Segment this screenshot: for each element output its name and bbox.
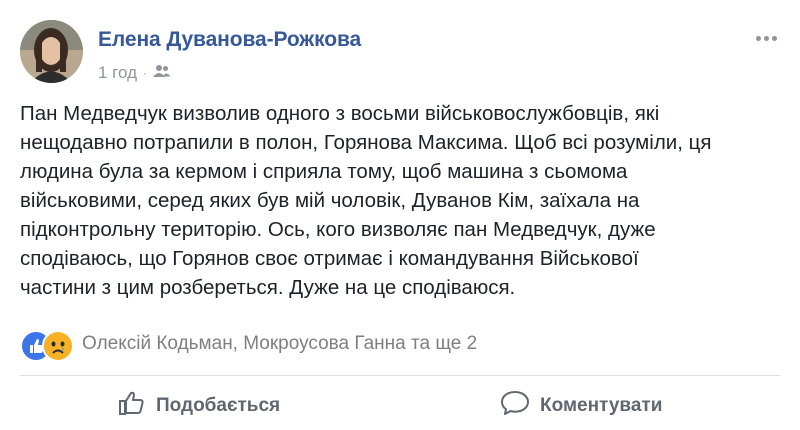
meta-separator: · xyxy=(143,66,148,80)
comment-button-label: Коментувати xyxy=(540,395,663,416)
sad-reaction-icon xyxy=(42,330,74,362)
friends-icon[interactable] xyxy=(153,63,171,83)
post-timestamp[interactable]: 1 год xyxy=(98,63,137,83)
author-name[interactable]: Елена Дуванова-Рожкова xyxy=(98,28,361,52)
divider xyxy=(20,375,780,376)
post-body-line: підконтрольну територію. Ось, кого визво… xyxy=(20,218,656,241)
thumbs-up-icon xyxy=(118,390,146,422)
facebook-post: Елена Дуванова-Рожкова 1 год · Пан Медве… xyxy=(0,0,800,430)
post-body-line: нещодавно потрапили в полон, Горянова Ма… xyxy=(20,131,712,154)
comment-button[interactable]: Коментувати xyxy=(500,385,662,427)
post-body-line: людина була за кермом і сприяла тому, що… xyxy=(20,160,628,183)
post-body-line: частини з цим розбереться. Дуже на це сп… xyxy=(20,276,516,299)
post-meta: 1 год · xyxy=(98,63,171,83)
like-button-label: Подобається xyxy=(156,395,281,416)
more-options-icon[interactable] xyxy=(752,28,780,48)
reactions-bar[interactable]: Олексій Кодьман, Мокроусова Ганна та ще … xyxy=(20,328,477,362)
avatar[interactable] xyxy=(20,20,83,83)
like-button[interactable]: Подобається xyxy=(118,385,280,427)
post-body-line: сподіваюсь, що Горянов своє отримає і ко… xyxy=(20,247,639,270)
post-body-line: Пан Медведчук визволив одного з восьми в… xyxy=(20,102,660,125)
post-body: Пан Медведчук визволив одного з восьми в… xyxy=(20,99,780,302)
reaction-icons[interactable] xyxy=(20,329,80,362)
post-body-line: військовими, серед яких був мій чоловік,… xyxy=(20,189,640,212)
comment-icon xyxy=(500,390,530,422)
reactions-summary[interactable]: Олексій Кодьман, Мокроусова Ганна та ще … xyxy=(82,333,477,355)
